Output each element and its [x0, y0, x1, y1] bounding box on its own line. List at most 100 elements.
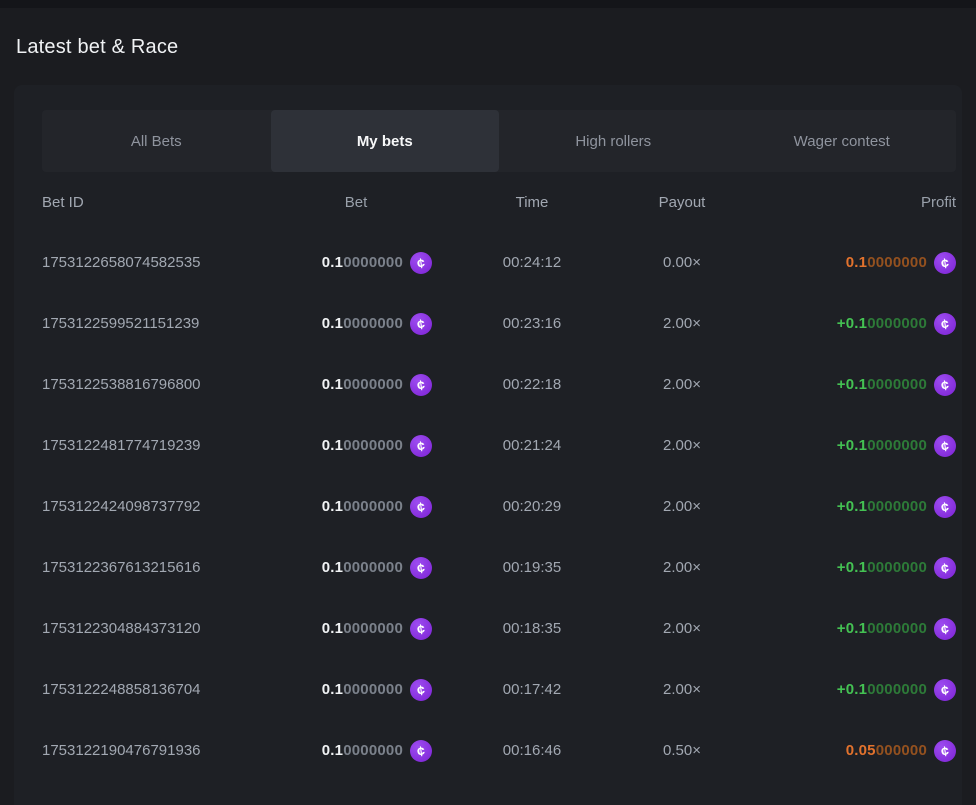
tab-my-bets[interactable]: My bets [271, 110, 500, 172]
bet-profit: +0.10000000 ¢ [732, 435, 956, 457]
bet-payout: 2.00× [632, 559, 732, 576]
bet-payout: 0.00× [632, 254, 732, 271]
bet-id: 1753122304884373120 [42, 620, 280, 637]
bet-profit: +0.10000000 ¢ [732, 496, 956, 518]
currency-coin-icon: ¢ [410, 435, 432, 457]
bet-time: 00:23:16 [432, 315, 632, 332]
bet-id: 1753122424098737792 [42, 498, 280, 515]
bet-time: 00:21:24 [432, 437, 632, 454]
table-row[interactable]: 1753122538816796800 0.10000000 ¢ 00:22:1… [42, 354, 956, 415]
bet-payout: 2.00× [632, 681, 732, 698]
bet-amount: 0.10000000 ¢ [280, 557, 432, 579]
table-row[interactable]: 1753122481774719239 0.10000000 ¢ 00:21:2… [42, 415, 956, 476]
bet-time: 00:19:35 [432, 559, 632, 576]
bet-amount-value: 0.10000000 [322, 254, 403, 271]
bet-profit-value: +0.10000000 [837, 620, 927, 637]
page-title: Latest bet & Race [16, 36, 178, 59]
bet-profit-value: +0.10000000 [837, 376, 927, 393]
bet-profit-value: +0.10000000 [837, 681, 927, 698]
bet-profit: +0.10000000 ¢ [732, 374, 956, 396]
table-row[interactable]: 1753122424098737792 0.10000000 ¢ 00:20:2… [42, 476, 956, 537]
bet-amount-value: 0.10000000 [322, 681, 403, 698]
bet-payout: 2.00× [632, 437, 732, 454]
bets-tab-bar: All Bets My bets High rollers Wager cont… [42, 110, 956, 172]
currency-coin-icon: ¢ [410, 740, 432, 762]
bet-time: 00:24:12 [432, 254, 632, 271]
bet-payout: 2.00× [632, 315, 732, 332]
bet-amount-value: 0.10000000 [322, 559, 403, 576]
bet-amount: 0.10000000 ¢ [280, 252, 432, 274]
currency-coin-icon: ¢ [934, 374, 956, 396]
currency-coin-icon: ¢ [410, 313, 432, 335]
bet-profit-value: 0.10000000 [846, 254, 927, 271]
bet-payout: 2.00× [632, 620, 732, 637]
currency-coin-icon: ¢ [410, 374, 432, 396]
bet-profit-value: +0.10000000 [837, 498, 927, 515]
bet-id: 1753122248858136704 [42, 681, 280, 698]
bet-profit: +0.10000000 ¢ [732, 679, 956, 701]
currency-coin-icon: ¢ [934, 679, 956, 701]
currency-coin-icon: ¢ [934, 313, 956, 335]
bet-profit-value: +0.10000000 [837, 437, 927, 454]
bet-profit: +0.10000000 ¢ [732, 618, 956, 640]
header-time: Time [432, 194, 632, 211]
bet-time: 00:18:35 [432, 620, 632, 637]
bet-amount: 0.10000000 ¢ [280, 740, 432, 762]
header-bet-id: Bet ID [42, 194, 280, 211]
bet-time: 00:17:42 [432, 681, 632, 698]
bet-id: 1753122190476791936 [42, 742, 280, 759]
bet-id: 1753122658074582535 [42, 254, 280, 271]
bet-time: 00:20:29 [432, 498, 632, 515]
header-payout: Payout [632, 194, 732, 211]
bet-amount-value: 0.10000000 [322, 315, 403, 332]
tab-all-bets[interactable]: All Bets [42, 110, 271, 172]
bet-profit: 0.05000000 ¢ [732, 740, 956, 762]
tab-high-rollers[interactable]: High rollers [499, 110, 728, 172]
bet-time: 00:22:18 [432, 376, 632, 393]
bet-id: 1753122367613215616 [42, 559, 280, 576]
bets-table-body: 1753122658074582535 0.10000000 ¢ 00:24:1… [42, 232, 956, 781]
bet-amount: 0.10000000 ¢ [280, 618, 432, 640]
bet-amount-value: 0.10000000 [322, 620, 403, 637]
bet-profit: 0.10000000 ¢ [732, 252, 956, 274]
bet-profit-value: +0.10000000 [837, 559, 927, 576]
bet-id: 1753122599521151239 [42, 315, 280, 332]
header-profit: Profit [732, 194, 956, 211]
bet-amount: 0.10000000 ¢ [280, 374, 432, 396]
currency-coin-icon: ¢ [410, 618, 432, 640]
tab-wager-contest[interactable]: Wager contest [728, 110, 957, 172]
bet-amount: 0.10000000 ¢ [280, 435, 432, 457]
currency-coin-icon: ¢ [934, 557, 956, 579]
bet-profit-value: +0.10000000 [837, 315, 927, 332]
bet-profit-value: 0.05000000 [846, 742, 927, 759]
bet-amount: 0.10000000 ¢ [280, 679, 432, 701]
bet-time: 00:16:46 [432, 742, 632, 759]
header-bet: Bet [280, 194, 432, 211]
table-row[interactable]: 1753122190476791936 0.10000000 ¢ 00:16:4… [42, 720, 956, 781]
table-row[interactable]: 1753122304884373120 0.10000000 ¢ 00:18:3… [42, 598, 956, 659]
bet-amount: 0.10000000 ¢ [280, 496, 432, 518]
bet-amount-value: 0.10000000 [322, 498, 403, 515]
bets-panel: All Bets My bets High rollers Wager cont… [14, 85, 962, 805]
currency-coin-icon: ¢ [934, 618, 956, 640]
table-row[interactable]: 1753122658074582535 0.10000000 ¢ 00:24:1… [42, 232, 956, 293]
bet-payout: 0.50× [632, 742, 732, 759]
bet-amount-value: 0.10000000 [322, 437, 403, 454]
bet-amount-value: 0.10000000 [322, 742, 403, 759]
currency-coin-icon: ¢ [410, 557, 432, 579]
currency-coin-icon: ¢ [934, 496, 956, 518]
bet-payout: 2.00× [632, 376, 732, 393]
table-row[interactable]: 1753122599521151239 0.10000000 ¢ 00:23:1… [42, 293, 956, 354]
currency-coin-icon: ¢ [410, 252, 432, 274]
currency-coin-icon: ¢ [934, 252, 956, 274]
bet-payout: 2.00× [632, 498, 732, 515]
bet-id: 1753122481774719239 [42, 437, 280, 454]
table-header-row: Bet ID Bet Time Payout Profit [42, 182, 956, 222]
table-row[interactable]: 1753122367613215616 0.10000000 ¢ 00:19:3… [42, 537, 956, 598]
bet-profit: +0.10000000 ¢ [732, 313, 956, 335]
currency-coin-icon: ¢ [410, 496, 432, 518]
table-row[interactable]: 1753122248858136704 0.10000000 ¢ 00:17:4… [42, 659, 956, 720]
currency-coin-icon: ¢ [934, 740, 956, 762]
bet-profit: +0.10000000 ¢ [732, 557, 956, 579]
currency-coin-icon: ¢ [934, 435, 956, 457]
